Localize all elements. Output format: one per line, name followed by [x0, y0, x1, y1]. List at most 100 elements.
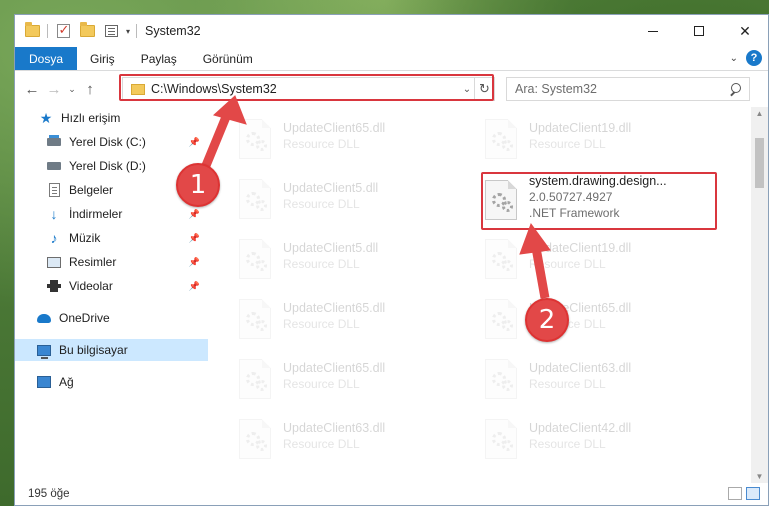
- vertical-scrollbar[interactable]: ▲ ▼: [751, 107, 768, 483]
- dll-file-icon: [237, 173, 273, 219]
- scrollbar-thumb[interactable]: [755, 138, 764, 188]
- dll-file-icon: [483, 113, 519, 159]
- file-type: Resource DLL: [529, 377, 606, 391]
- file-type: Resource DLL: [283, 257, 360, 271]
- network-icon: [37, 375, 51, 389]
- title-bar: ▾ System32 ✕: [15, 15, 768, 47]
- address-path[interactable]: C:\Windows\System32: [151, 82, 460, 96]
- minimize-button[interactable]: [630, 15, 676, 47]
- pin-icon: 📌: [188, 232, 200, 243]
- expand-ribbon-chevron-icon[interactable]: ⌄: [730, 53, 738, 64]
- search-box[interactable]: [506, 77, 750, 101]
- computer-icon: [37, 343, 51, 359]
- help-icon[interactable]: ?: [746, 50, 762, 66]
- close-button[interactable]: ✕: [722, 15, 768, 47]
- sidebar-item-quick-access[interactable]: ★ Hızlı erişim: [15, 107, 208, 129]
- scroll-up-arrow-icon[interactable]: ▲: [751, 109, 768, 118]
- file-type: Resource DLL: [283, 437, 360, 451]
- address-dropdown-chevron-icon[interactable]: ⌄: [460, 84, 474, 95]
- drive-icon: [47, 159, 61, 173]
- dll-file-icon: [237, 353, 273, 399]
- maximize-icon: [694, 26, 704, 36]
- sidebar-item-label: Videolar: [69, 279, 113, 293]
- forward-arrow-icon[interactable]: →: [43, 81, 65, 98]
- file-item-system-drawing-design[interactable]: system.drawing.design... 2.0.50727.4927 …: [483, 167, 723, 227]
- file-item[interactable]: UpdateClient65.dll Resource DLL: [237, 291, 477, 341]
- file-item[interactable]: UpdateClient19.dll Resource DLL: [483, 231, 723, 281]
- search-icon[interactable]: [729, 83, 741, 95]
- tab-share[interactable]: Paylaş: [128, 47, 190, 70]
- toolbar-divider: [47, 24, 48, 38]
- refresh-icon[interactable]: ↻: [474, 78, 494, 100]
- file-name: UpdateClient65.dll: [283, 121, 386, 135]
- address-folder-icon: [131, 83, 145, 95]
- sidebar-item-label: Resimler: [69, 255, 117, 269]
- tab-file[interactable]: Dosya: [15, 47, 78, 70]
- file-type: Resource DLL: [283, 377, 360, 391]
- back-arrow-icon[interactable]: ←: [21, 81, 43, 98]
- details-view-icon[interactable]: [728, 487, 742, 500]
- cloud-icon: [37, 311, 51, 325]
- large-icons-view-icon[interactable]: [746, 487, 760, 500]
- navigation-pane: ★ Hızlı erişim Yerel Disk (C:) 📌 Yerel D…: [15, 107, 209, 483]
- file-item[interactable]: UpdateClient5.dll Resource DLL: [237, 171, 477, 221]
- tab-view[interactable]: Görünüm: [190, 47, 266, 70]
- check-properties-icon[interactable]: [54, 22, 72, 39]
- file-name: UpdateClient5.dll: [283, 181, 379, 195]
- file-type: Resource DLL: [283, 317, 360, 331]
- sidebar-item-label: OneDrive: [59, 311, 110, 325]
- download-icon: ↓: [50, 206, 58, 222]
- pin-icon: 📌: [188, 280, 200, 291]
- dll-file-icon: [483, 413, 519, 459]
- file-name: UpdateClient63.dll: [283, 421, 386, 435]
- file-type: .NET Framework: [529, 206, 620, 220]
- pictures-icon: [47, 255, 61, 269]
- sidebar-item-this-pc[interactable]: Bu bilgisayar: [15, 339, 208, 361]
- sidebar-item-label: İndirmeler: [69, 207, 123, 221]
- step-badge-2: 2: [525, 298, 569, 342]
- tab-home[interactable]: Giriş: [77, 47, 128, 70]
- address-bar[interactable]: C:\Windows\System32 ⌄ ↻: [122, 77, 495, 101]
- file-item[interactable]: UpdateClient19.dll Resource DLL: [483, 111, 723, 161]
- customize-toolbar-chevron-icon[interactable]: ▾: [126, 27, 130, 36]
- file-item[interactable]: UpdateClient65.dllResource DLL: [237, 111, 477, 161]
- up-arrow-icon[interactable]: ↑: [79, 81, 101, 98]
- file-item[interactable]: UpdateClient5.dll Resource DLL: [237, 231, 477, 281]
- dll-file-icon: [483, 233, 519, 279]
- sidebar-item-videos[interactable]: Videolar 📌: [15, 275, 208, 297]
- sidebar-item-downloads[interactable]: ↓ İndirmeler 📌: [15, 203, 208, 225]
- file-name: UpdateClient65.dll: [283, 301, 386, 315]
- sidebar-item-pictures[interactable]: Resimler 📌: [15, 251, 208, 273]
- file-name: UpdateClient63.dll: [529, 361, 632, 375]
- file-item[interactable]: UpdateClient42.dll Resource DLL: [483, 411, 723, 461]
- sidebar-item-local-disk-c[interactable]: Yerel Disk (C:) 📌: [15, 131, 208, 153]
- properties-icon[interactable]: [102, 23, 120, 39]
- window-controls: ✕: [630, 15, 768, 47]
- sidebar-item-label: Belgeler: [69, 183, 114, 197]
- sidebar-item-music[interactable]: ♪ Müzik 📌: [15, 227, 208, 249]
- view-toggle: [728, 487, 760, 500]
- sidebar-item-network[interactable]: Ağ: [15, 371, 208, 393]
- file-item[interactable]: UpdateClient65.dllResource DLL: [237, 351, 477, 401]
- new-folder-icon[interactable]: [78, 22, 96, 39]
- dll-file-icon: [483, 174, 519, 220]
- item-count: 195 öğe: [28, 488, 70, 500]
- file-explorer-window: ▾ System32 ✕ Dosya Giriş Paylaş Görünüm …: [14, 14, 769, 506]
- file-item[interactable]: UpdateClient63.dll Resource DLL: [483, 351, 723, 401]
- file-item[interactable]: UpdateClient65.dllResource DLL: [483, 291, 723, 341]
- scroll-down-arrow-icon[interactable]: ▼: [751, 472, 768, 481]
- ribbon-right-controls: ⌄ ?: [730, 50, 762, 66]
- dll-file-icon: [237, 113, 273, 159]
- recent-locations-chevron-icon[interactable]: ⌄: [65, 84, 79, 95]
- toolbar-divider: [136, 24, 138, 38]
- dll-file-icon: [483, 293, 519, 339]
- sidebar-item-onedrive[interactable]: OneDrive: [15, 307, 208, 329]
- content-area: ★ Hızlı erişim Yerel Disk (C:) 📌 Yerel D…: [15, 107, 768, 483]
- file-item[interactable]: UpdateClient63.dll Resource DLL: [237, 411, 477, 461]
- search-input[interactable]: [507, 82, 729, 96]
- sidebar-item-label: Hızlı erişim: [61, 111, 121, 125]
- pin-icon: 📌: [188, 136, 200, 147]
- file-list: UpdateClient65.dll Resource DLL UpdateCli…: [209, 107, 768, 483]
- maximize-button[interactable]: [676, 15, 722, 47]
- dll-file-icon: [483, 353, 519, 399]
